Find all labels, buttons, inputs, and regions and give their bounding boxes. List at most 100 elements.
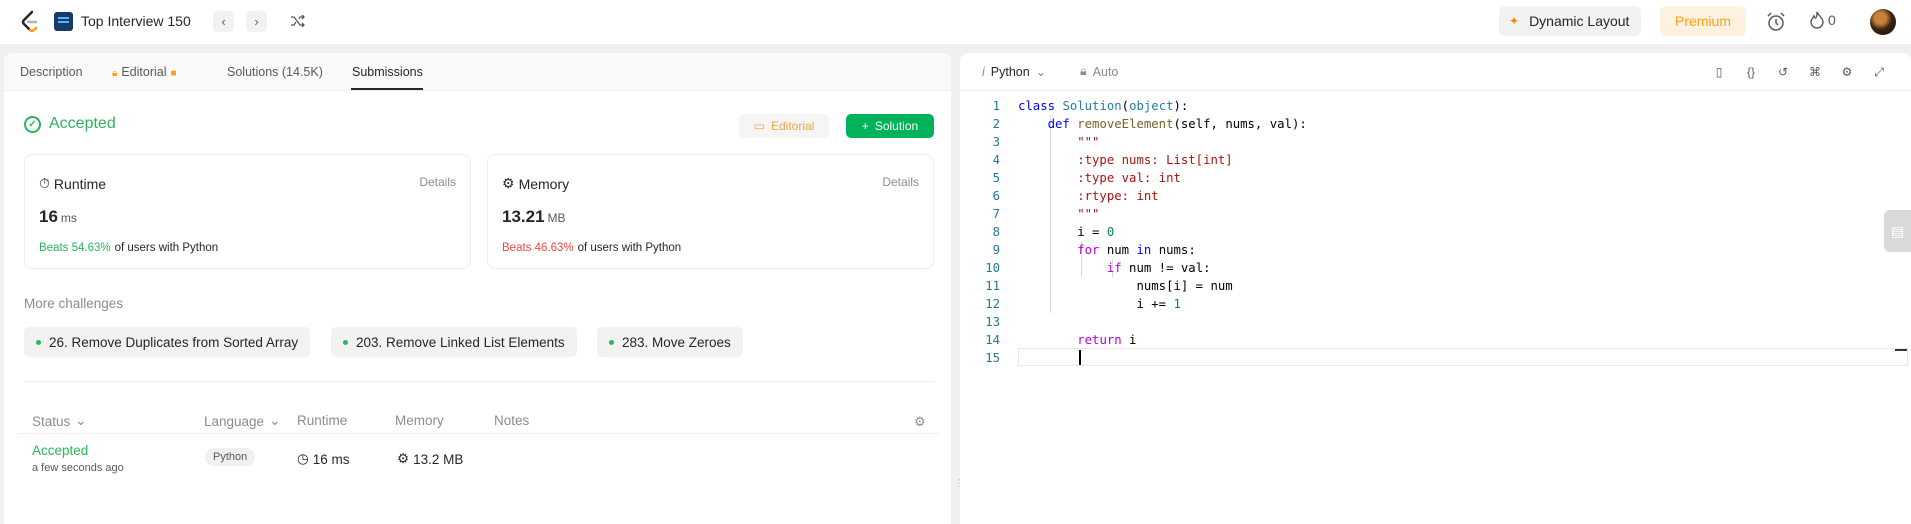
code-line: i += 1 — [1018, 297, 1181, 311]
challenge-chip[interactable]: 26. Remove Duplicates from Sorted Array — [24, 327, 311, 357]
runtime-title-label: Runtime — [53, 175, 107, 192]
row-memory-value: 13.2 MB — [413, 451, 464, 467]
stopwatch-icon: ⏱︎ — [39, 175, 50, 191]
column-header-notes: Notes — [494, 413, 530, 428]
format-braces-icon[interactable]: {} — [1743, 64, 1759, 80]
next-problem-button[interactable]: › — [246, 11, 267, 32]
row-memory: ⚙︎ 13.2 MB — [397, 451, 463, 467]
lock-icon: 🔒︎ — [112, 68, 118, 79]
leetcode-logo-icon[interactable] — [20, 10, 40, 34]
runtime-number: 16 — [39, 207, 58, 226]
memory-card-title: ⚙︎ Memory — [502, 175, 569, 192]
memory-title-label: Memory — [518, 175, 570, 192]
line-number: 3 — [992, 135, 1000, 149]
sparkle-icon: ✦ — [1509, 14, 1520, 28]
easy-dot-icon — [36, 339, 41, 345]
dynamic-layout-button[interactable]: ✦ Dynamic Layout — [1499, 6, 1641, 36]
line-number: 13 — [985, 315, 1000, 329]
random-problem-button[interactable] — [288, 11, 308, 31]
autocomplete-mode[interactable]: 🔒︎ Auto — [1080, 64, 1118, 79]
code-line: class Solution(object): — [1018, 99, 1189, 113]
editor-toolbar: i Python ⌄ 🔒︎ Auto ▯ {} ↺ ⌘ ⚙︎ ⤢ — [960, 53, 1911, 91]
settings-gear-icon[interactable]: ⚙︎ — [1839, 64, 1855, 80]
line-number: 5 — [992, 171, 1000, 185]
timer-button[interactable] — [1765, 11, 1787, 33]
scroll-position-marker — [1895, 349, 1907, 351]
solution-button-label: Solution — [874, 119, 919, 133]
challenge-chip[interactable]: 203. Remove Linked List Elements — [331, 327, 577, 357]
challenge-chip-label: 26. Remove Duplicates from Sorted Array — [49, 334, 299, 350]
reset-icon[interactable]: ↺ — [1775, 64, 1791, 80]
chip-icon: ⚙︎ — [397, 451, 410, 466]
memory-beats-suffix: of users with Python — [577, 242, 682, 254]
section-divider — [24, 381, 934, 382]
prev-problem-button[interactable]: ‹ — [213, 11, 234, 32]
table-settings-gear-icon[interactable]: ⚙︎ — [914, 414, 926, 430]
tab-description[interactable]: Description — [20, 65, 83, 79]
user-avatar[interactable] — [1870, 9, 1896, 35]
problem-list-title[interactable]: Top Interview 150 — [81, 13, 191, 29]
autocomplete-mode-label: Auto — [1092, 64, 1119, 79]
expand-icon[interactable]: ⤢ — [1871, 64, 1887, 80]
column-header-language[interactable]: Language ⌄ — [204, 413, 280, 429]
code-line: :type nums: List[int] — [1018, 153, 1233, 167]
code-line: """ — [1018, 207, 1100, 221]
bookmark-icon[interactable]: ▯ — [1711, 64, 1727, 80]
memory-unit: MB — [547, 211, 566, 225]
tab-editorial[interactable]: 🔒︎ Editorial ■ — [112, 65, 177, 79]
editorial-button[interactable]: ▭ Editorial — [739, 114, 829, 138]
code-line: def removeElement(self, nums, val): — [1047, 117, 1307, 131]
runtime-card-title: ⏱︎ Runtime — [39, 175, 106, 192]
chevron-down-icon: ⌄ — [75, 413, 87, 428]
chevron-down-icon: ⌄ — [1035, 65, 1047, 79]
table-header-divider — [18, 433, 940, 434]
tab-editorial-label: Editorial — [121, 65, 167, 79]
memory-value: 13.21 MB — [502, 207, 566, 227]
code-editor-panel: i Python ⌄ 🔒︎ Auto ▯ {} ↺ ⌘ ⚙︎ ⤢ 1 class … — [960, 53, 1911, 524]
runtime-value: 16 ms — [39, 207, 77, 227]
shortcuts-icon[interactable]: ⌘ — [1807, 64, 1823, 80]
chevron-right-icon: › — [254, 14, 259, 29]
lock-icon: 🔒︎ — [1080, 64, 1087, 78]
line-number: 6 — [992, 189, 1000, 203]
language-select[interactable]: i Python ⌄ — [982, 64, 1047, 80]
challenge-chip-label: 203. Remove Linked List Elements — [356, 334, 565, 350]
tab-submissions[interactable]: Submissions — [352, 65, 423, 79]
line-number: 14 — [985, 333, 1000, 347]
alarm-clock-icon — [1767, 12, 1785, 31]
streak-counter[interactable]: 0 — [1810, 11, 1836, 29]
chevron-left-icon: ‹ — [221, 14, 226, 29]
plus-icon: + — [861, 119, 869, 133]
memory-beats: Beats 46.63% of users with Python — [502, 242, 681, 254]
row-language-badge: Python — [205, 448, 256, 466]
book-icon: ▭ — [753, 119, 765, 133]
column-header-runtime: Runtime — [297, 413, 348, 428]
runtime-beats-suffix: of users with Python — [114, 242, 219, 254]
line-number: 7 — [992, 207, 1000, 221]
table-row-status[interactable]: Accepted a few seconds ago — [32, 443, 124, 474]
challenge-chip[interactable]: 283. Move Zeroes — [597, 327, 743, 357]
easy-dot-icon — [609, 339, 614, 345]
notes-side-tab[interactable]: ▤ — [1884, 210, 1911, 252]
video-icon: ■ — [170, 68, 177, 79]
runtime-details-link[interactable]: Details — [419, 175, 456, 189]
problem-list-icon[interactable] — [54, 12, 73, 31]
runtime-card[interactable]: ⏱︎ Runtime Details 16 ms Beats 54.63% of us… — [24, 154, 471, 269]
easy-dot-icon — [343, 339, 348, 345]
check-circle-icon: ✓ — [24, 115, 41, 133]
panel-tabs: Description 🔒︎ Editorial ■ Solutions (14.5… — [4, 53, 951, 91]
code-line: i = 0 — [1018, 225, 1115, 239]
code-line: """ — [1018, 135, 1100, 149]
challenge-chip-label: 283. Move Zeroes — [622, 334, 731, 350]
language-header-label: Language — [204, 413, 265, 429]
code-line: :type val: int — [1018, 171, 1181, 185]
top-navbar: Top Interview 150 ‹ › ✦ Dynamic Layout P… — [0, 0, 1911, 44]
column-header-status[interactable]: Status ⌄ — [32, 413, 87, 429]
row-runtime: ◷ 16 ms — [297, 451, 350, 467]
language-select-label: Python — [990, 64, 1030, 79]
memory-card[interactable]: ⚙︎ Memory Details 13.21 MB Beats 46.63% of … — [487, 154, 934, 269]
premium-button[interactable]: Premium — [1660, 6, 1746, 36]
tab-solutions[interactable]: Solutions (14.5K) — [227, 65, 323, 79]
solution-button[interactable]: + Solution — [846, 114, 934, 138]
memory-details-link[interactable]: Details — [882, 175, 919, 189]
